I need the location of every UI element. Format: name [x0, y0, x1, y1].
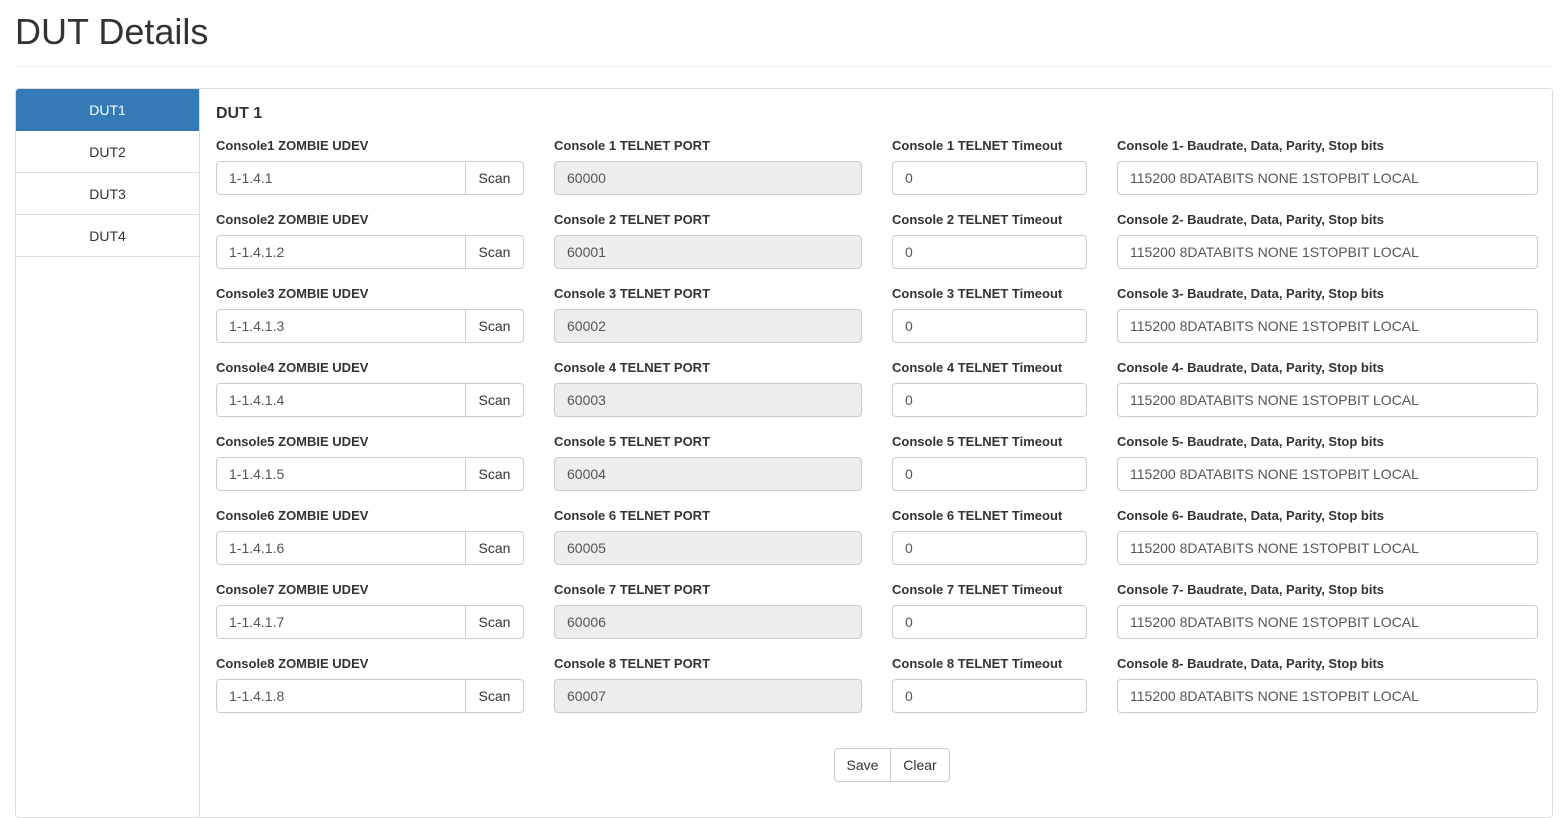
console-udev-label: Console5 ZOMBIE UDEV: [216, 434, 369, 449]
sidebar-item-dut4[interactable]: DUT4: [16, 215, 199, 257]
console-telnet-port-input: 60007: [554, 679, 862, 713]
console-row: Console7 ZOMBIE UDEV 1-1.4.1.7 Scan Console…: [201, 580, 1552, 654]
console-telnet-timeout-input[interactable]: 0: [892, 605, 1087, 639]
console-telnet-timeout-label: Console 1 TELNET Timeout: [892, 138, 1063, 153]
scan-button[interactable]: Scan: [466, 383, 524, 417]
console-udev-input[interactable]: 1-1.4.1.8: [216, 679, 466, 713]
console-telnet-timeout-label: Console 5 TELNET Timeout: [892, 434, 1063, 449]
sidebar-item-dut1[interactable]: DUT1: [16, 89, 199, 131]
console-udev-label: Console1 ZOMBIE UDEV: [216, 138, 369, 153]
save-button[interactable]: Save: [834, 748, 891, 782]
console-telnet-port-input: 60001: [554, 235, 862, 269]
console-telnet-timeout-input[interactable]: 0: [892, 531, 1087, 565]
console-udev-input[interactable]: 1-1.4.1.6: [216, 531, 466, 565]
sidebar-item-dut2[interactable]: DUT2: [16, 131, 199, 173]
console-telnet-port-input: 60006: [554, 605, 862, 639]
dut-panel: DUT1 DUT2 DUT3 DUT4 DUT 1 Console1 ZOMBI…: [15, 88, 1553, 818]
clear-button[interactable]: Clear: [890, 748, 950, 782]
console-telnet-timeout-input[interactable]: 0: [892, 457, 1087, 491]
scan-button[interactable]: Scan: [466, 161, 524, 195]
console-udev-input[interactable]: 1-1.4.1: [216, 161, 466, 195]
console-udev-label: Console6 ZOMBIE UDEV: [216, 508, 369, 523]
console-row: Console1 ZOMBIE UDEV 1-1.4.1 Scan Console 1…: [201, 136, 1552, 210]
console-row: Console6 ZOMBIE UDEV 1-1.4.1.6 Scan Console…: [201, 506, 1552, 580]
console-telnet-port-label: Console 5 TELNET PORT: [554, 434, 711, 449]
console-row: Console5 ZOMBIE UDEV 1-1.4.1.5 Scan Console…: [201, 432, 1552, 506]
sidebar-item-dut3[interactable]: DUT3: [16, 173, 199, 215]
console-telnet-port-input: 60003: [554, 383, 862, 417]
scan-button[interactable]: Scan: [466, 531, 524, 565]
console-telnet-timeout-input[interactable]: 0: [892, 161, 1087, 195]
console-telnet-timeout-input[interactable]: 0: [892, 309, 1087, 343]
console-telnet-timeout-input[interactable]: 0: [892, 235, 1087, 269]
console-telnet-port-label: Console 7 TELNET PORT: [554, 582, 711, 597]
dut-form: DUT 1 Console1 ZOMBIE UDEV 1-1.4.1 Scan Con…: [201, 89, 1552, 817]
console-baudrate-label: Console 6- Baudrate, Data, Parity, Stop …: [1117, 508, 1385, 523]
console-baudrate-input[interactable]: 115200 8DATABITS NONE 1STOPBIT LOCAL: [1117, 531, 1538, 565]
console-udev-label: Console3 ZOMBIE UDEV: [216, 286, 369, 301]
form-title: DUT 1: [216, 105, 263, 122]
scan-button[interactable]: Scan: [466, 679, 524, 713]
console-telnet-timeout-label: Console 7 TELNET Timeout: [892, 582, 1063, 597]
console-baudrate-label: Console 7- Baudrate, Data, Parity, Stop …: [1117, 582, 1385, 597]
console-baudrate-input[interactable]: 115200 8DATABITS NONE 1STOPBIT LOCAL: [1117, 161, 1538, 195]
console-telnet-timeout-input[interactable]: 0: [892, 679, 1087, 713]
console-udev-label: Console8 ZOMBIE UDEV: [216, 656, 369, 671]
title-divider: [15, 66, 1552, 67]
console-telnet-timeout-label: Console 8 TELNET Timeout: [892, 656, 1063, 671]
console-baudrate-input[interactable]: 115200 8DATABITS NONE 1STOPBIT LOCAL: [1117, 383, 1538, 417]
console-telnet-port-input: 60004: [554, 457, 862, 491]
console-telnet-port-input: 60005: [554, 531, 862, 565]
console-telnet-port-label: Console 3 TELNET PORT: [554, 286, 711, 301]
console-baudrate-label: Console 3- Baudrate, Data, Parity, Stop …: [1117, 286, 1385, 301]
console-baudrate-input[interactable]: 115200 8DATABITS NONE 1STOPBIT LOCAL: [1117, 309, 1538, 343]
console-udev-input[interactable]: 1-1.4.1.4: [216, 383, 466, 417]
console-baudrate-label: Console 1- Baudrate, Data, Parity, Stop …: [1117, 138, 1385, 153]
console-row: Console4 ZOMBIE UDEV 1-1.4.1.4 Scan Console…: [201, 358, 1552, 432]
console-udev-input[interactable]: 1-1.4.1.2: [216, 235, 466, 269]
console-telnet-port-input: 60002: [554, 309, 862, 343]
console-baudrate-label: Console 2- Baudrate, Data, Parity, Stop …: [1117, 212, 1385, 227]
console-baudrate-label: Console 5- Baudrate, Data, Parity, Stop …: [1117, 434, 1385, 449]
console-baudrate-input[interactable]: 115200 8DATABITS NONE 1STOPBIT LOCAL: [1117, 605, 1538, 639]
console-row: Console8 ZOMBIE UDEV 1-1.4.1.8 Scan Console…: [201, 654, 1552, 728]
console-telnet-port-label: Console 4 TELNET PORT: [554, 360, 711, 375]
console-udev-input[interactable]: 1-1.4.1.5: [216, 457, 466, 491]
page-title: DUT Details: [15, 11, 209, 52]
console-udev-label: Console7 ZOMBIE UDEV: [216, 582, 369, 597]
console-baudrate-input[interactable]: 115200 8DATABITS NONE 1STOPBIT LOCAL: [1117, 679, 1538, 713]
scan-button[interactable]: Scan: [466, 605, 524, 639]
dut-sidebar: DUT1 DUT2 DUT3 DUT4: [16, 89, 200, 817]
console-telnet-port-label: Console 1 TELNET PORT: [554, 138, 711, 153]
console-udev-input[interactable]: 1-1.4.1.7: [216, 605, 466, 639]
console-udev-label: Console4 ZOMBIE UDEV: [216, 360, 369, 375]
console-telnet-timeout-label: Console 3 TELNET Timeout: [892, 286, 1063, 301]
console-baudrate-label: Console 8- Baudrate, Data, Parity, Stop …: [1117, 656, 1385, 671]
console-udev-label: Console2 ZOMBIE UDEV: [216, 212, 369, 227]
console-baudrate-label: Console 4- Baudrate, Data, Parity, Stop …: [1117, 360, 1385, 375]
console-udev-input[interactable]: 1-1.4.1.3: [216, 309, 466, 343]
console-row: Console3 ZOMBIE UDEV 1-1.4.1.3 Scan Console…: [201, 284, 1552, 358]
console-baudrate-input[interactable]: 115200 8DATABITS NONE 1STOPBIT LOCAL: [1117, 235, 1538, 269]
console-baudrate-input[interactable]: 115200 8DATABITS NONE 1STOPBIT LOCAL: [1117, 457, 1538, 491]
console-telnet-port-label: Console 8 TELNET PORT: [554, 656, 711, 671]
console-telnet-port-input: 60000: [554, 161, 862, 195]
console-telnet-timeout-label: Console 2 TELNET Timeout: [892, 212, 1063, 227]
console-telnet-timeout-label: Console 4 TELNET Timeout: [892, 360, 1063, 375]
console-telnet-port-label: Console 6 TELNET PORT: [554, 508, 711, 523]
scan-button[interactable]: Scan: [466, 309, 524, 343]
scan-button[interactable]: Scan: [466, 235, 524, 269]
console-row: Console2 ZOMBIE UDEV 1-1.4.1.2 Scan Console…: [201, 210, 1552, 284]
scan-button[interactable]: Scan: [466, 457, 524, 491]
console-telnet-timeout-input[interactable]: 0: [892, 383, 1087, 417]
console-telnet-port-label: Console 2 TELNET PORT: [554, 212, 711, 227]
console-telnet-timeout-label: Console 6 TELNET Timeout: [892, 508, 1063, 523]
